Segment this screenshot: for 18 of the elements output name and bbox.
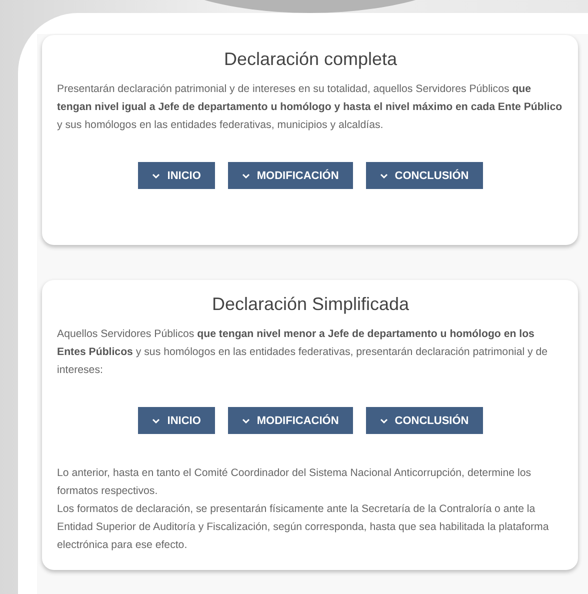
dropdown-button[interactable]: INICIO	[138, 162, 215, 189]
dropdown-button[interactable]: MODIFICACIÓN	[228, 407, 353, 434]
note-paragraph: Los formatos de declaración, se presentarán físicamente ante la Secretaría de la Contraloría o ante la Entidad Superior de Auditoría y Fiscalización, según corresponda, hasta que sea habilitada la plataforma electrónica para ese efecto.	[57, 502, 550, 553]
chevron-down-icon	[152, 172, 160, 178]
section-title: Declaración completa	[222, 49, 398, 70]
description-paragraph: Presentarán declaración patrimonial y de intereses en su totalidad, aquellos Servidores Públicos que tengan nivel igual a Jefe de departamento u homólogo y hasta el nivel máximo en cada Ente Público y sus homólogos en las entidades federativas, municipios y alcaldías.	[57, 82, 564, 133]
note-paragraph: Lo anterior, hasta en tanto el Comité Coordinador del Sistema Nacional Anticorrupción, determine los formatos respectivos.	[57, 466, 532, 499]
chevron-down-icon	[152, 418, 160, 424]
dropdown-button[interactable]: CONCLUSIÓN	[366, 162, 483, 189]
chevron-down-icon	[380, 418, 388, 424]
dropdown-button[interactable]: CONCLUSIÓN	[366, 407, 483, 434]
dropdown-button[interactable]: INICIO	[138, 407, 215, 434]
dropdown-button[interactable]: MODIFICACIÓN	[228, 162, 353, 189]
section-title: Declaración Simplificada	[210, 294, 410, 315]
chevron-down-icon	[380, 172, 388, 178]
chevron-down-icon	[242, 418, 250, 424]
description-paragraph: Aquellos Servidores Públicos que tengan nivel menor a Jefe de departamento u homólogo en los Entes Públicos y sus homólogos en las entidades federativas, presentarán declaración patrimonial y de intereses:	[57, 327, 549, 378]
chevron-down-icon	[242, 172, 250, 178]
